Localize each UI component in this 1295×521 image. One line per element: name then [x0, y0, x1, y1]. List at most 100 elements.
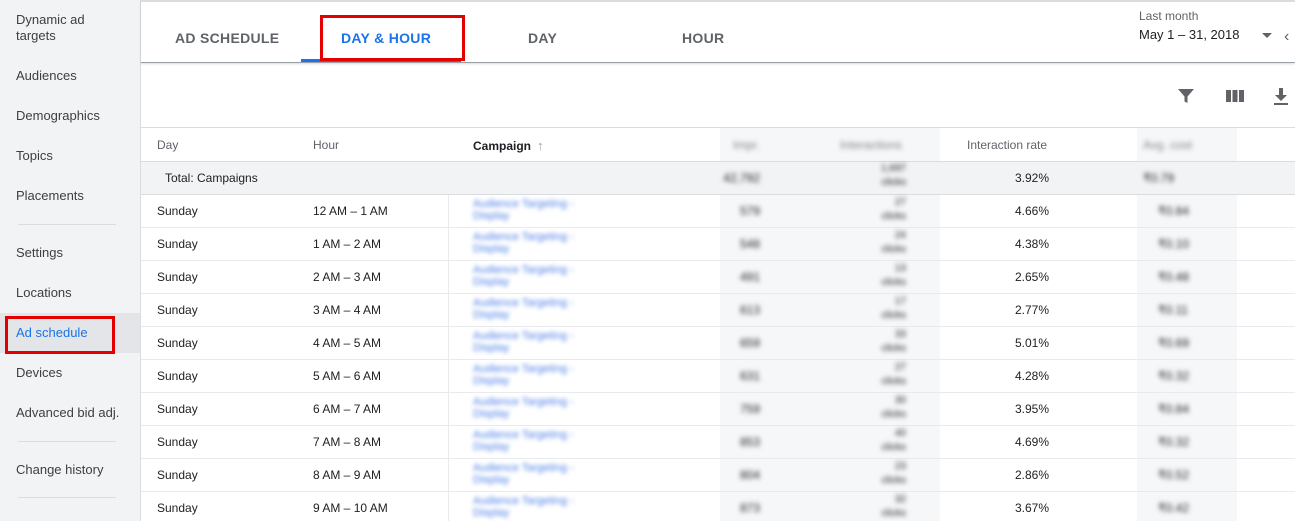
cell-interaction-rate: 4.28% — [1014, 369, 1049, 383]
cell-avg-cost: ₹0.52 — [1158, 468, 1189, 482]
column-header-avg-cost[interactable]: Avg. cost — [1143, 138, 1192, 152]
cell-interactions-sub: clicks — [881, 277, 906, 288]
cell-day: Sunday — [157, 435, 198, 449]
date-range-picker[interactable]: May 1 – 31, 2018 — [1139, 27, 1239, 42]
cell-impr: 659 — [739, 336, 760, 350]
cell-avg-cost: ₹0.11 — [1158, 303, 1189, 317]
column-header-campaign-label: Campaign — [473, 139, 532, 153]
cell-interactions: 17 — [894, 296, 906, 307]
cell-interactions: 27 — [894, 197, 906, 208]
cell-interaction-rate: 2.65% — [1014, 270, 1049, 284]
cell-hour: 8 AM – 9 AM — [313, 468, 382, 482]
cell-campaign-link[interactable]: Audience Targeting - Display — [473, 396, 593, 420]
sidebar-divider — [18, 497, 116, 498]
total-interaction-rate: 3.92% — [1014, 171, 1049, 185]
cell-interactions-sub: clicks — [881, 409, 906, 420]
cell-avg-cost: ₹0.32 — [1158, 369, 1189, 383]
cell-campaign-link[interactable]: Audience Targeting - Display — [473, 495, 593, 519]
cell-hour: 7 AM – 8 AM — [313, 435, 382, 449]
sidebar-nav: Dynamic ad targets Audiences Demographic… — [0, 0, 141, 521]
sidebar-item-dynamic-ad-targets[interactable]: Dynamic ad targets — [0, 12, 140, 44]
cell-impr: 853 — [739, 435, 760, 449]
cell-interaction-rate: 4.66% — [1014, 204, 1049, 218]
column-header-day[interactable]: Day — [157, 138, 178, 152]
column-header-interactions[interactable]: Interactions — [840, 138, 902, 152]
column-header-campaign[interactable]: Campaign ↑ — [473, 138, 544, 153]
sidebar-item-demographics[interactable]: Demographics — [0, 108, 140, 124]
cell-interactions: 23 — [894, 461, 906, 472]
cell-hour: 9 AM – 10 AM — [313, 501, 388, 515]
cell-impr: 613 — [739, 303, 760, 317]
cell-campaign-link[interactable]: Audience Targeting - Display — [473, 462, 593, 486]
column-header-hour[interactable]: Hour — [313, 138, 339, 152]
cell-impr: 873 — [739, 501, 760, 515]
cell-day: Sunday — [157, 270, 198, 284]
cell-impr: 631 — [739, 369, 760, 383]
sidebar-item-change-history[interactable]: Change history — [0, 462, 140, 478]
chevron-left-icon[interactable]: ‹ — [1284, 28, 1289, 46]
cell-interactions: 24 — [894, 230, 906, 241]
chevron-down-icon[interactable] — [1262, 33, 1272, 38]
cell-campaign-link[interactable]: Audience Targeting - Display — [473, 264, 593, 288]
sidebar-divider — [18, 441, 116, 442]
date-range-label: Last month — [1139, 9, 1199, 23]
sidebar-item-audiences[interactable]: Audiences — [0, 68, 140, 84]
sidebar-item-devices[interactable]: Devices — [0, 365, 140, 381]
sidebar-item-locations[interactable]: Locations — [0, 285, 140, 301]
cell-interaction-rate: 2.77% — [1014, 303, 1049, 317]
columns-icon[interactable] — [1225, 86, 1245, 106]
cell-interactions: 32 — [894, 494, 906, 505]
sidebar-item-settings[interactable]: Settings — [0, 245, 140, 261]
tab-hour[interactable]: HOUR — [682, 30, 724, 46]
cell-hour: 6 AM – 7 AM — [313, 402, 382, 416]
cell-hour: 1 AM – 2 AM — [313, 237, 382, 251]
sidebar-item-topics[interactable]: Topics — [0, 148, 140, 164]
total-avg-cost: ₹0.79 — [1143, 171, 1174, 185]
cell-impr: 579 — [739, 204, 760, 218]
cell-campaign-link[interactable]: Audience Targeting - Display — [473, 363, 593, 387]
cell-impr: 804 — [739, 468, 760, 482]
cell-interaction-rate: 5.01% — [1014, 336, 1049, 350]
cell-interaction-rate: 4.38% — [1014, 237, 1049, 251]
cell-interactions-sub: clicks — [881, 475, 906, 486]
top-border — [141, 0, 1295, 2]
cell-campaign-link[interactable]: Audience Targeting - Display — [473, 297, 593, 321]
download-icon[interactable] — [1271, 86, 1291, 106]
cell-day: Sunday — [157, 237, 198, 251]
sidebar-item-advanced-bid-adj[interactable]: Advanced bid adj. — [0, 405, 140, 421]
column-divider — [448, 195, 449, 521]
column-header-interaction-rate[interactable]: Interaction rate — [967, 138, 1047, 152]
tab-day[interactable]: DAY — [528, 30, 557, 46]
cell-interactions: 27 — [894, 362, 906, 373]
total-label: Total: Campaigns — [165, 171, 258, 185]
total-interactions-sub: clicks — [881, 177, 906, 188]
highlight-box-ad-schedule — [5, 316, 115, 354]
cell-hour: 5 AM – 6 AM — [313, 369, 382, 383]
cell-interactions-sub: clicks — [881, 211, 906, 222]
sidebar-item-placements[interactable]: Placements — [0, 188, 140, 204]
total-interactions: 1,697 — [880, 163, 906, 174]
cell-campaign-link[interactable]: Audience Targeting - Display — [473, 330, 593, 354]
filter-icon[interactable] — [1176, 86, 1196, 106]
cell-campaign-link[interactable]: Audience Targeting - Display — [473, 429, 593, 453]
tab-ad-schedule[interactable]: AD SCHEDULE — [175, 30, 279, 46]
cell-avg-cost: ₹0.69 — [1158, 336, 1189, 350]
cell-campaign-link[interactable]: Audience Targeting - Display — [473, 231, 593, 255]
cell-day: Sunday — [157, 303, 198, 317]
cell-hour: 12 AM – 1 AM — [313, 204, 388, 218]
column-header-impr[interactable]: Impr. — [733, 138, 760, 152]
cell-day: Sunday — [157, 369, 198, 383]
cell-avg-cost: ₹0.48 — [1158, 270, 1189, 284]
cell-interactions: 33 — [894, 329, 906, 340]
cell-interactions-sub: clicks — [881, 442, 906, 453]
cell-interaction-rate: 4.69% — [1014, 435, 1049, 449]
cell-hour: 2 AM – 3 AM — [313, 270, 382, 284]
sort-ascending-icon[interactable]: ↑ — [537, 138, 544, 153]
cell-interaction-rate: 3.95% — [1014, 402, 1049, 416]
cell-hour: 3 AM – 4 AM — [313, 303, 382, 317]
cell-avg-cost: ₹0.84 — [1158, 204, 1189, 218]
cell-campaign-link[interactable]: Audience Targeting - Display — [473, 198, 593, 222]
cell-interactions-sub: clicks — [881, 376, 906, 387]
highlight-box-day-hour-tab — [320, 15, 465, 61]
cell-hour: 4 AM – 5 AM — [313, 336, 382, 350]
